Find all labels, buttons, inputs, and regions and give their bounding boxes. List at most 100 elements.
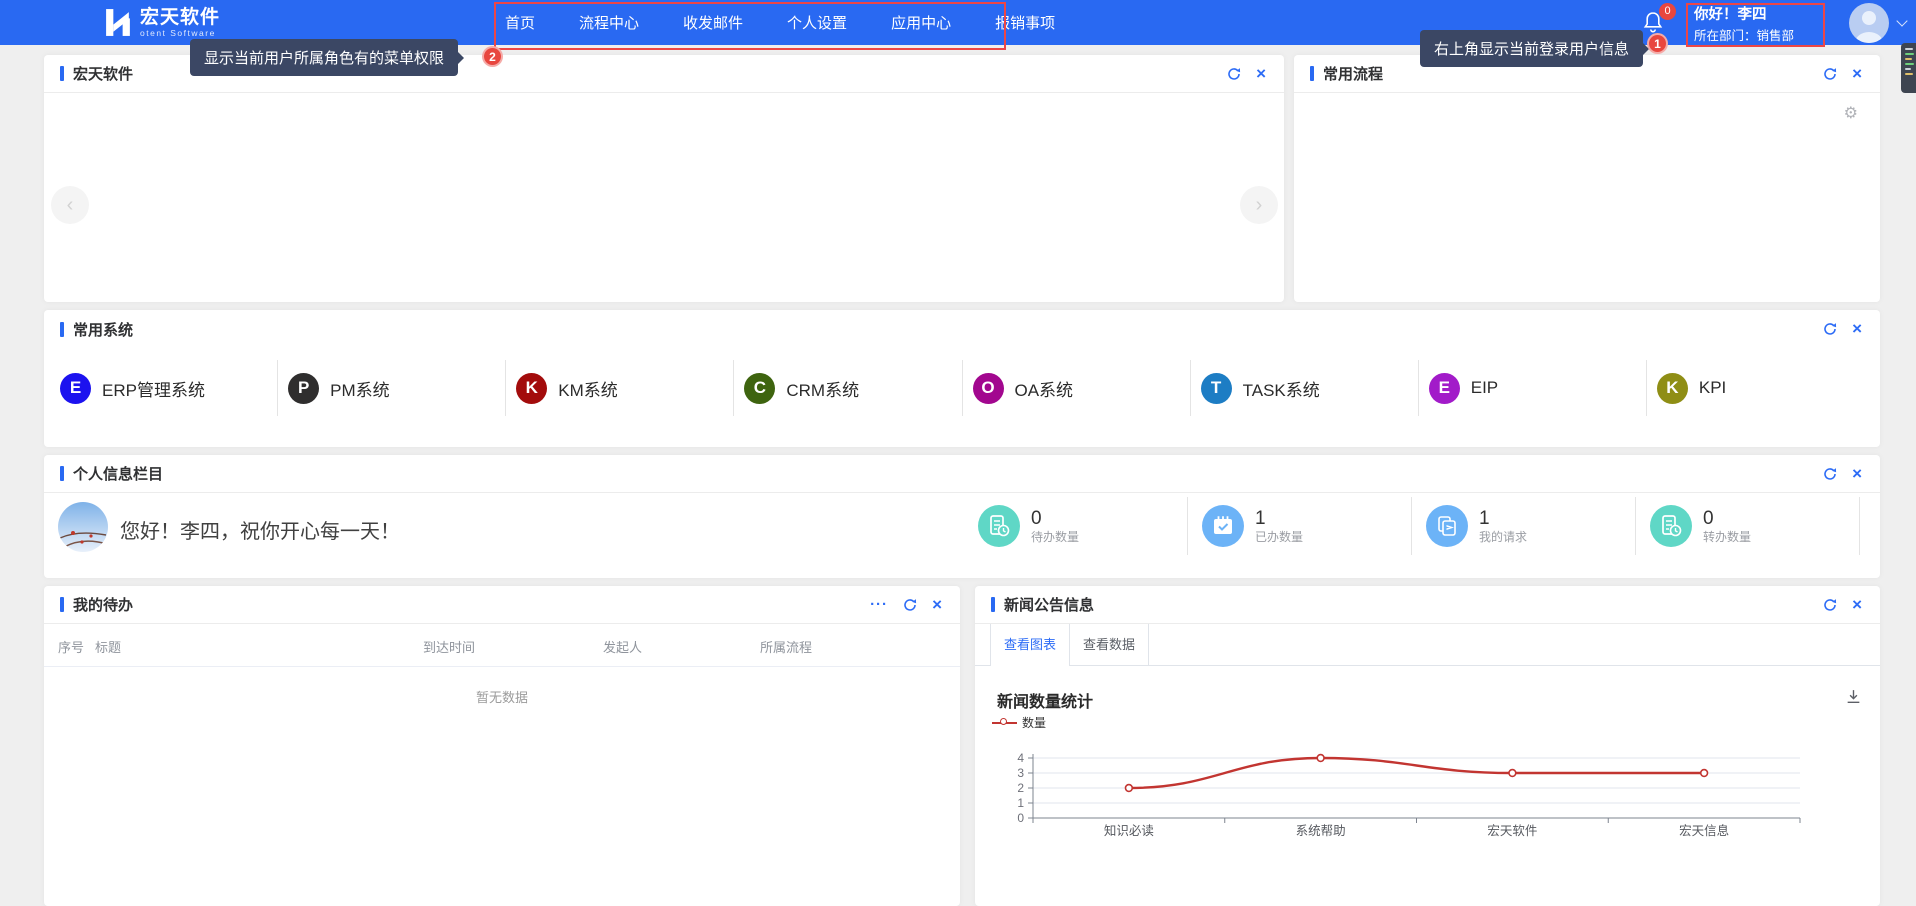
user-greeting: 你好！李四 (1694, 6, 1794, 24)
system-shortcut[interactable]: E ERP管理系统 (50, 360, 278, 416)
panel-personal-info: 个人信息栏目 × 您好 (44, 455, 1880, 578)
svg-text:知识必读: 知识必读 (1104, 824, 1154, 838)
system-shortcut[interactable]: K KM系统 (506, 360, 734, 416)
close-icon[interactable]: × (1852, 321, 1862, 337)
panel-title: 新闻公告信息 (1004, 594, 1094, 615)
main-menu: 首页 流程中心 收发邮件 个人设置 应用中心 报销事项 (505, 0, 1055, 45)
menu-tooltip: 显示当前用户所属角色有的菜单权限 (190, 39, 458, 76)
system-letter-icon: P (288, 373, 319, 404)
menu-item[interactable]: 报销事项 (995, 12, 1055, 33)
system-label: EIP (1471, 378, 1498, 398)
minimap-widget[interactable] (1901, 43, 1916, 93)
stat-icon (1426, 505, 1468, 547)
refresh-icon[interactable] (1823, 466, 1837, 482)
tab-view-data[interactable]: 查看数据 (1070, 624, 1149, 665)
system-shortcut[interactable]: T TASK系统 (1191, 360, 1419, 416)
stat-item[interactable]: 0 转办数量 (1636, 497, 1860, 555)
user-menu-chevron-down-icon[interactable] (1896, 15, 1907, 26)
menu-item[interactable]: 个人设置 (787, 12, 847, 33)
close-icon[interactable]: × (1852, 597, 1862, 613)
column-header: 序号 (58, 637, 95, 656)
legend-label: 数量 (1022, 714, 1046, 731)
profile-photo[interactable] (58, 502, 108, 552)
menu-item[interactable]: 应用中心 (891, 12, 951, 33)
system-letter-icon: T (1201, 373, 1232, 404)
refresh-icon[interactable] (1227, 66, 1241, 82)
system-shortcut[interactable]: O OA系统 (963, 360, 1191, 416)
gear-icon[interactable]: ⚙ (1844, 103, 1858, 123)
system-label: CRM系统 (786, 376, 859, 401)
stat-icon (1650, 505, 1692, 547)
refresh-icon[interactable] (1823, 321, 1837, 337)
download-icon[interactable] (1845, 688, 1862, 710)
personal-stats: 0 待办数量 (964, 497, 1880, 555)
stat-item[interactable]: 1 已办数量 (1188, 497, 1412, 555)
system-letter-icon: O (973, 373, 1004, 404)
svg-text:宏天信息: 宏天信息 (1679, 823, 1729, 838)
news-tabs: 查看图表 查看数据 (975, 624, 1880, 666)
carousel-prev-button[interactable]: ‹ (51, 186, 89, 224)
stat-icon (978, 505, 1020, 547)
stat-item[interactable]: 0 待办数量 (964, 497, 1188, 555)
logo-h-icon (103, 7, 134, 38)
more-options-icon[interactable]: ··· (870, 597, 888, 613)
notification-count-badge: 0 (1659, 3, 1676, 20)
menu-item[interactable]: 流程中心 (579, 12, 639, 33)
panel-accent-bar (60, 597, 64, 612)
menu-item[interactable]: 收发邮件 (683, 12, 743, 33)
panel-accent-bar (60, 66, 64, 81)
stat-label: 我的请求 (1479, 529, 1527, 545)
panel-accent-bar (60, 322, 64, 337)
svg-text:0: 0 (1017, 811, 1024, 825)
menu-item[interactable]: 首页 (505, 12, 535, 33)
system-shortcut[interactable]: K KPI (1647, 360, 1874, 416)
panel-title: 宏天软件 (73, 63, 133, 84)
panel-news: 新闻公告信息 × 查看图表 查看数据 新闻数量统计 数量 01234知识必读系统… (975, 586, 1880, 906)
svg-text:3: 3 (1017, 766, 1024, 780)
system-letter-icon: E (1429, 373, 1460, 404)
svg-text:4: 4 (1017, 751, 1024, 765)
system-label: TASK系统 (1243, 376, 1320, 401)
close-icon[interactable]: × (1256, 66, 1266, 82)
tab-view-chart[interactable]: 查看图表 (990, 624, 1070, 665)
stat-value: 1 (1255, 508, 1303, 529)
panel-accent-bar (60, 466, 64, 481)
system-label: PM系统 (330, 376, 390, 401)
user-department: 所在部门：销售部 (1694, 28, 1794, 44)
app-logo[interactable]: 宏天软件 otent Software (103, 7, 220, 38)
system-shortcut[interactable]: P PM系统 (278, 360, 506, 416)
menu-tooltip-badge: 2 (482, 46, 503, 67)
system-letter-icon: K (1657, 373, 1688, 404)
system-letter-icon: K (516, 373, 547, 404)
stat-label: 转办数量 (1703, 529, 1751, 545)
system-label: KPI (1699, 378, 1726, 398)
system-label: KM系统 (558, 376, 618, 401)
stat-label: 已办数量 (1255, 529, 1303, 545)
chart-legend[interactable]: 数量 (992, 714, 1046, 731)
user-info[interactable]: 你好！李四 所在部门：销售部 (1694, 6, 1794, 44)
brand-name: 宏天软件 (140, 7, 220, 29)
carousel-next-button[interactable]: › (1240, 186, 1278, 224)
system-shortcut[interactable]: C CRM系统 (734, 360, 962, 416)
system-letter-icon: C (744, 373, 775, 404)
panel-title: 我的待办 (73, 594, 133, 615)
welcome-message: 您好！李四，祝你开心每一天！ (120, 515, 400, 544)
svg-text:2: 2 (1017, 781, 1024, 795)
close-icon[interactable]: × (932, 597, 942, 613)
stat-value: 0 (1703, 508, 1751, 529)
line-chart[interactable]: 01234知识必读系统帮助宏天软件宏天信息 (975, 734, 1880, 854)
stat-item[interactable]: 1 我的请求 (1412, 497, 1636, 555)
chart-title: 新闻数量统计 (997, 688, 1093, 712)
panel-common-flows: 常用流程 × ⚙ (1294, 55, 1880, 302)
refresh-icon[interactable] (1823, 66, 1837, 82)
panel-carousel: 宏天软件 × ‹ › (44, 55, 1284, 302)
column-header: 标题 (95, 637, 423, 656)
user-avatar[interactable] (1849, 3, 1889, 43)
close-icon[interactable]: × (1852, 66, 1862, 82)
refresh-icon[interactable] (1823, 597, 1837, 613)
close-icon[interactable]: × (1852, 466, 1862, 482)
system-label: OA系统 (1015, 376, 1074, 401)
system-shortcut[interactable]: E EIP (1419, 360, 1647, 416)
refresh-icon[interactable] (903, 597, 917, 613)
system-letter-icon: E (60, 373, 91, 404)
